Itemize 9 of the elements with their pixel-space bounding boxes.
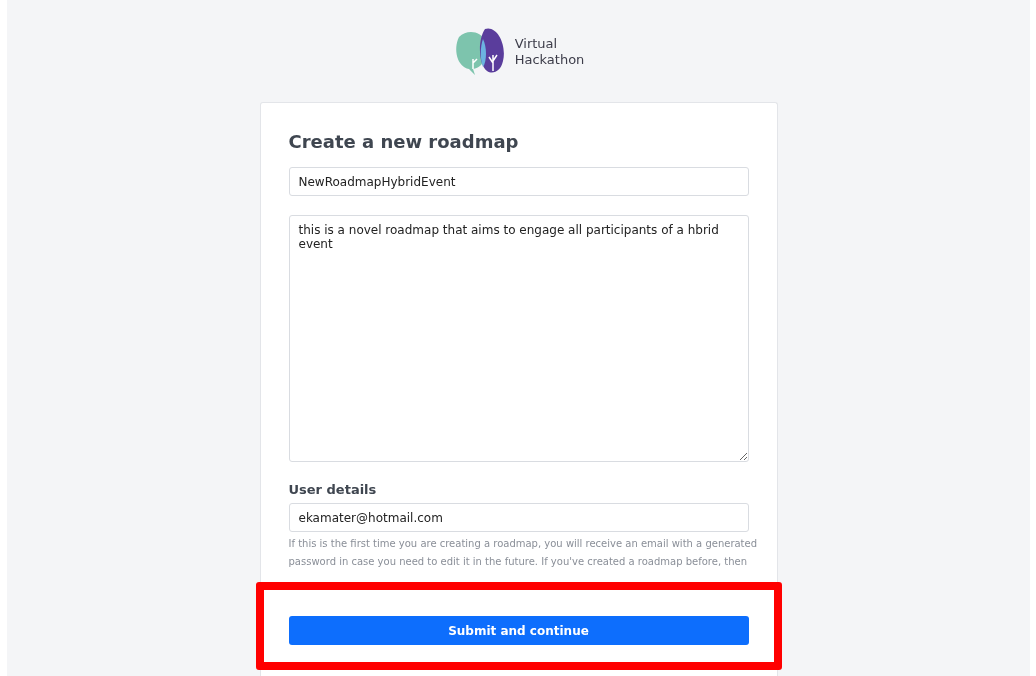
brand-name: Hackathon xyxy=(514,52,585,68)
roadmap-name-field[interactable]: NewRoadmapHybridEvent xyxy=(288,167,749,196)
help-text: If this is the first time you are creating a roadmap, you will receive an email with a generated password in case you need to edit it in the future. If you've created a roadmap before, then xyxy=(288,537,759,569)
description-field[interactable]: this is a novel roadmap that aims to engage all participants of a hbrid event xyxy=(288,215,749,462)
brand-name: Virtual xyxy=(514,36,559,52)
submit-button[interactable]: Submit and continue xyxy=(288,616,749,645)
form-title: Create a new roadmap xyxy=(288,131,520,152)
email-field[interactable]: ekamater@hotmail.com xyxy=(288,503,749,532)
section-heading: User details xyxy=(288,482,378,497)
